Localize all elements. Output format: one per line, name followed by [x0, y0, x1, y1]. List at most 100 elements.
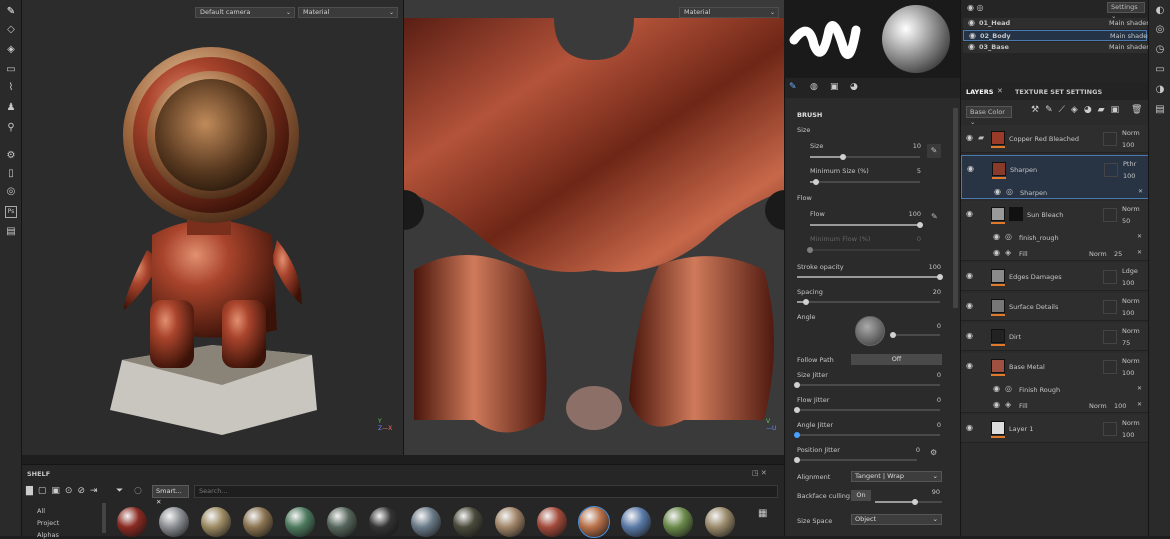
- trash-icon[interactable]: 🗑: [1131, 105, 1142, 115]
- blend-mode[interactable]: Norm: [1122, 419, 1140, 427]
- eye-icon[interactable]: ◉: [993, 233, 1001, 241]
- texture-set-item[interactable]: ◉ 02_Body Main shader: [963, 30, 1150, 41]
- layers-icon[interactable]: ◎: [1154, 24, 1166, 36]
- flow-jitter-slider[interactable]: [794, 407, 940, 413]
- eye-icon[interactable]: ◉: [966, 332, 974, 340]
- shelf-category-alphas[interactable]: Alphas: [37, 531, 59, 539]
- paint-brush-icon[interactable]: ✎: [5, 6, 17, 18]
- flow-value[interactable]: 100: [901, 210, 921, 218]
- material-thumbnail[interactable]: [201, 507, 231, 537]
- settings-dropdown[interactable]: Settings ⌄: [1107, 2, 1145, 20]
- shelf-category-all[interactable]: All: [37, 507, 45, 515]
- texture-set-list-icon[interactable]: ◐: [1154, 5, 1166, 17]
- tab-material-icon[interactable]: ◍: [810, 82, 818, 92]
- material-thumbnail[interactable]: [285, 507, 315, 537]
- angle-value[interactable]: 0: [921, 322, 941, 330]
- eye-icon[interactable]: ◉: [993, 401, 1001, 409]
- alignment-select[interactable]: Tangent | Wrap ⌄: [851, 471, 942, 482]
- fill-blend-mode[interactable]: Norm: [1089, 402, 1107, 410]
- flow-slider[interactable]: [810, 222, 923, 228]
- filter-icon[interactable]: ⏷: [116, 486, 123, 496]
- material-thumbnail[interactable]: [537, 507, 567, 537]
- shelf-toolbar-icons[interactable]: ▇▢▣⊙⊘⇥: [26, 486, 111, 498]
- layer-item[interactable]: ◉ Dirt Norm 75: [961, 323, 1149, 351]
- eye-icon[interactable]: ◉: [966, 272, 974, 280]
- material-thumbnail[interactable]: [663, 507, 693, 537]
- fill-opacity[interactable]: 100: [1114, 402, 1126, 410]
- angle-jitter-slider[interactable]: [794, 432, 940, 438]
- layer-item[interactable]: ◉ Base Metal Norm 100 ◉ ◎ Finish Rough ✕ ◉ ◈ Fill N…: [961, 353, 1149, 413]
- bake-icon[interactable]: ⚙: [5, 150, 17, 162]
- layer-opacity[interactable]: 100: [1122, 309, 1134, 317]
- layer-mask-slot[interactable]: [1103, 208, 1117, 222]
- size-value[interactable]: 10: [901, 142, 921, 150]
- dot-icon[interactable]: ◎: [5, 186, 17, 198]
- backface-angle-slider[interactable]: [875, 499, 942, 505]
- material-thumbnail[interactable]: [621, 507, 651, 537]
- material-thumbnail[interactable]: [159, 507, 189, 537]
- position-jitter-settings-icon[interactable]: ⚙: [930, 448, 937, 457]
- projection-icon[interactable]: ◈: [5, 44, 17, 56]
- min-size-value[interactable]: 5: [901, 167, 921, 175]
- photoshop-icon[interactable]: Ps: [5, 206, 17, 218]
- display-settings-icon[interactable]: ▤: [1154, 104, 1166, 116]
- viewport-2d[interactable]: Material ⌄ V —U: [403, 0, 785, 455]
- eye-icon[interactable]: ◉: [994, 188, 1002, 196]
- layer-mask-slot[interactable]: [1103, 330, 1117, 344]
- blend-mode[interactable]: Ldge: [1122, 267, 1138, 275]
- properties-scrollbar[interactable]: [953, 108, 958, 308]
- filter-chip[interactable]: Smart... ✕: [152, 485, 189, 506]
- layer-opacity[interactable]: 100: [1122, 141, 1134, 149]
- eye-icon[interactable]: ◉: [993, 385, 1001, 393]
- spacing-value[interactable]: 20: [921, 288, 941, 296]
- size-jitter-slider[interactable]: [794, 382, 940, 388]
- layer-mask-slot[interactable]: [1103, 360, 1117, 374]
- layer-item[interactable]: ◉ Sharpen Pthr 100 ◉ ◎ Sharpen ✕: [961, 155, 1149, 199]
- history-icon[interactable]: ◑: [1154, 84, 1166, 96]
- flow-pressure-icon[interactable]: ✎: [931, 212, 938, 221]
- angle-slider[interactable]: [890, 332, 940, 338]
- tab-texture-set-settings[interactable]: TEXTURE SET SETTINGS: [1015, 88, 1102, 96]
- eye-icon[interactable]: ◉: [966, 210, 974, 218]
- material-thumbnail[interactable]: [243, 507, 273, 537]
- channel-select[interactable]: Base Color ⌄: [966, 106, 1012, 126]
- backface-culling-toggle[interactable]: On: [851, 490, 871, 501]
- tab-layers[interactable]: LAYERS: [966, 88, 993, 96]
- material-thumbnail[interactable]: [578, 506, 610, 538]
- angle-dial[interactable]: [855, 316, 885, 346]
- blend-mode[interactable]: Norm: [1122, 357, 1140, 365]
- layer-opacity[interactable]: 75: [1122, 339, 1130, 347]
- angle-jitter-value[interactable]: 0: [921, 421, 941, 429]
- tab-brush-icon[interactable]: ✎: [789, 82, 797, 92]
- layer-opacity[interactable]: 50: [1122, 217, 1130, 225]
- backface-angle-value[interactable]: 90: [920, 488, 940, 496]
- visibility-icon[interactable]: ◉ ◎: [967, 3, 984, 12]
- layer-mask-slot[interactable]: [1103, 422, 1117, 436]
- tab-stencil-icon[interactable]: ◕: [850, 82, 858, 92]
- shelf-window-icons[interactable]: ◳ ✕: [752, 469, 767, 477]
- material-thumbnail[interactable]: [453, 507, 483, 537]
- eye-icon[interactable]: ◉: [966, 424, 974, 432]
- shelf-category-project[interactable]: Project: [37, 519, 59, 527]
- eye-icon[interactable]: ◉: [966, 134, 974, 142]
- color-picker-icon[interactable]: ⚲: [5, 122, 17, 134]
- export-icon[interactable]: ▤: [5, 226, 17, 238]
- material-thumbnail[interactable]: [495, 507, 525, 537]
- material-thumbnail[interactable]: [705, 507, 735, 537]
- stroke-opacity-slider[interactable]: [797, 274, 943, 280]
- circle-icon[interactable]: ○: [134, 486, 142, 496]
- blend-mode[interactable]: Norm: [1122, 327, 1140, 335]
- min-size-slider[interactable]: [810, 179, 920, 185]
- eye-icon[interactable]: ◉: [966, 362, 974, 370]
- eraser-icon[interactable]: ◇: [5, 24, 17, 36]
- layer-mask-slot[interactable]: [1103, 270, 1117, 284]
- clone-icon[interactable]: ♟: [5, 102, 17, 114]
- eye-icon[interactable]: ◉: [969, 32, 977, 40]
- layer-toolbar-icons[interactable]: ⚒✎⟋◈◕▰▣: [1031, 105, 1125, 115]
- size-space-select[interactable]: Object ⌄: [851, 514, 942, 525]
- size-jitter-value[interactable]: 0: [921, 371, 941, 379]
- position-jitter-slider[interactable]: [794, 457, 917, 463]
- size-slider[interactable]: [810, 154, 920, 160]
- eye-icon[interactable]: ◉: [993, 249, 1001, 257]
- fill-opacity[interactable]: 25: [1114, 250, 1122, 258]
